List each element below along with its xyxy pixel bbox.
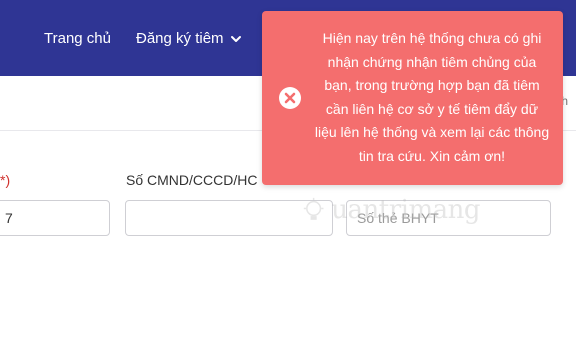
- required-field-label: *): [0, 172, 11, 188]
- close-circle-icon[interactable]: [278, 86, 302, 110]
- left-input-field[interactable]: 7: [0, 200, 110, 236]
- left-input-value: 7: [5, 210, 13, 226]
- toast-message: Hiện nay trên hệ thống chưa có ghi nhận …: [314, 30, 550, 164]
- watermark: uantrimang: [300, 190, 480, 230]
- id-number-label: Số CMND/CCCD/HC: [126, 172, 258, 188]
- lightbulb-icon: [303, 197, 324, 220]
- nav-home-link[interactable]: Trang chủ: [44, 30, 111, 47]
- nav-register-label: Đăng ký tiêm: [136, 30, 224, 47]
- error-toast[interactable]: Hiện nay trên hệ thống chưa có ghi nhận …: [262, 11, 563, 185]
- watermark-text: uantrimang: [331, 195, 480, 225]
- chevron-down-icon: [230, 35, 241, 42]
- nav-register-dropdown[interactable]: Đăng ký tiêm: [136, 30, 242, 47]
- nav-home-label: Trang chủ: [44, 30, 111, 47]
